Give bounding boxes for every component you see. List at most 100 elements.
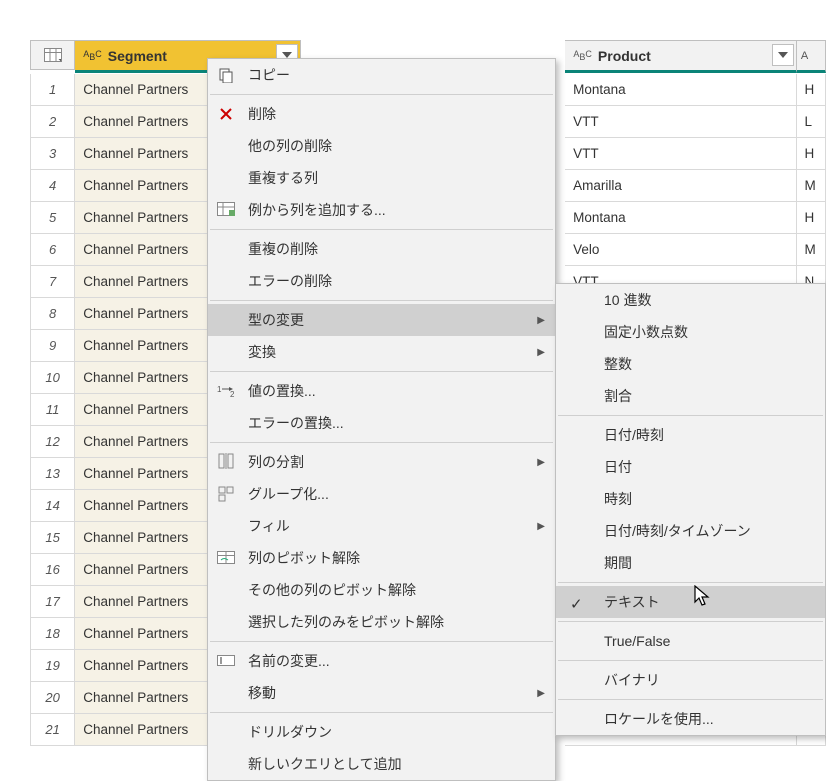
group-icon xyxy=(216,484,236,504)
row-number-cell[interactable]: 2 xyxy=(30,106,75,138)
row-number-cell[interactable]: 13 xyxy=(30,458,75,490)
submenu-item[interactable]: 日付/時刻/タイムゾーン xyxy=(556,515,825,547)
row-number-cell[interactable]: 6 xyxy=(30,234,75,266)
row-number-cell[interactable]: 18 xyxy=(30,618,75,650)
cell-product[interactable]: Amarilla xyxy=(565,170,796,202)
column-header-label: Segment xyxy=(108,48,167,64)
menu-item[interactable]: 選択した列のみをピボット解除 xyxy=(208,606,555,638)
menu-item-label: 型の変更 xyxy=(248,310,304,330)
cell-right[interactable]: H xyxy=(797,74,826,106)
menu-item-label: 例から列を追加する... xyxy=(248,200,386,220)
column-filter-dropdown[interactable] xyxy=(772,44,794,66)
menu-separator xyxy=(210,300,553,301)
submenu-arrow-icon: ▶ xyxy=(537,347,545,358)
submenu-item[interactable]: 日付 xyxy=(556,451,825,483)
menu-item[interactable]: エラーの削除 xyxy=(208,265,555,297)
row-number-cell[interactable]: 10 xyxy=(30,362,75,394)
row-number-cell[interactable]: 14 xyxy=(30,490,75,522)
submenu-item[interactable]: 割合 xyxy=(556,380,825,412)
menu-item[interactable]: グループ化... xyxy=(208,478,555,510)
menu-item[interactable]: 新しいクエリとして追加 xyxy=(208,748,555,780)
submenu-item-label: 日付/時刻 xyxy=(604,425,664,445)
submenu-item[interactable]: 整数 xyxy=(556,348,825,380)
submenu-item[interactable]: 10 進数 xyxy=(556,284,825,316)
cell-right[interactable]: L xyxy=(797,106,826,138)
menu-item[interactable]: その他の列のピボット解除 xyxy=(208,574,555,606)
row-number-cell[interactable]: 5 xyxy=(30,202,75,234)
row-number-cell[interactable]: 9 xyxy=(30,330,75,362)
submenu-item[interactable]: True/False xyxy=(556,625,825,657)
cell-right[interactable]: M xyxy=(797,234,826,266)
row-number-cell[interactable]: 4 xyxy=(30,170,75,202)
row-number-cell[interactable]: 16 xyxy=(30,554,75,586)
submenu-item[interactable]: バイナリ xyxy=(556,664,825,696)
submenu-item[interactable]: 時刻 xyxy=(556,483,825,515)
submenu-item[interactable]: 固定小数点数 xyxy=(556,316,825,348)
menu-item[interactable]: 重複の削除 xyxy=(208,233,555,265)
column-header-product[interactable]: ABC Product xyxy=(565,40,796,73)
menu-item-label: 他の列の削除 xyxy=(248,136,332,156)
menu-item[interactable]: 他の列の削除 xyxy=(208,130,555,162)
menu-item[interactable]: 12値の置換... xyxy=(208,375,555,407)
menu-item-label: グループ化... xyxy=(248,484,329,504)
menu-separator xyxy=(210,712,553,713)
menu-item[interactable]: 型の変更▶ xyxy=(208,304,555,336)
row-number-cell[interactable]: 7 xyxy=(30,266,75,298)
blank-icon xyxy=(216,683,236,703)
blank-icon xyxy=(216,239,236,259)
menu-separator xyxy=(558,582,823,583)
submenu-item[interactable]: 期間 xyxy=(556,547,825,579)
submenu-item-label: True/False xyxy=(604,633,670,649)
row-number-cell[interactable]: 11 xyxy=(30,394,75,426)
menu-item-label: その他の列のピボット解除 xyxy=(248,580,416,600)
menu-item[interactable]: 例から列を追加する... xyxy=(208,194,555,226)
cell-product[interactable]: Montana xyxy=(565,202,796,234)
menu-item[interactable]: フィル▶ xyxy=(208,510,555,542)
menu-item[interactable]: 変換 ▶ xyxy=(208,336,555,368)
column-header-right[interactable]: A xyxy=(797,40,826,73)
menu-item[interactable]: 列のピボット解除 xyxy=(208,542,555,574)
menu-item-label: コピー xyxy=(248,65,290,85)
cell-product[interactable]: VTT xyxy=(565,138,796,170)
submenu-item[interactable]: 日付/時刻 xyxy=(556,419,825,451)
menu-item[interactable]: エラーの置換... xyxy=(208,407,555,439)
cell-product[interactable]: VTT xyxy=(565,106,796,138)
row-number-cell[interactable]: 12 xyxy=(30,426,75,458)
type-prefix-icon: ABC xyxy=(573,48,592,62)
rename-icon xyxy=(216,651,236,671)
menu-separator xyxy=(558,660,823,661)
cell-right[interactable]: M xyxy=(797,170,826,202)
submenu-item-label: テキスト xyxy=(604,592,660,612)
menu-item[interactable]: 名前の変更... xyxy=(208,645,555,677)
row-number-cell[interactable]: 8 xyxy=(30,298,75,330)
submenu-item-label: 日付 xyxy=(604,457,632,477)
cell-right[interactable]: H xyxy=(797,202,826,234)
blank-icon xyxy=(216,310,236,330)
menu-item-label: 変換 xyxy=(248,342,276,362)
menu-item-label: 選択した列のみをピボット解除 xyxy=(248,612,444,632)
menu-item[interactable]: 重複する列 xyxy=(208,162,555,194)
row-number-cell[interactable]: 20 xyxy=(30,682,75,714)
submenu-item[interactable]: ロケールを使用... xyxy=(556,703,825,735)
submenu-item-label: 10 進数 xyxy=(604,290,651,310)
row-number-cell[interactable]: 17 xyxy=(30,586,75,618)
menu-item[interactable]: 削除 xyxy=(208,98,555,130)
submenu-item-label: 時刻 xyxy=(604,489,632,509)
row-number-cell[interactable]: 15 xyxy=(30,522,75,554)
menu-item[interactable]: 列の分割▶ xyxy=(208,446,555,478)
menu-separator xyxy=(210,94,553,95)
menu-item[interactable]: コピー xyxy=(208,59,555,91)
submenu-item[interactable]: ✓テキスト xyxy=(556,586,825,618)
cell-product[interactable]: Velo xyxy=(565,234,796,266)
row-number-cell[interactable]: 1 xyxy=(30,74,75,106)
menu-item[interactable]: ドリルダウン xyxy=(208,716,555,748)
select-all-corner[interactable] xyxy=(30,40,75,70)
row-number-cell[interactable]: 19 xyxy=(30,650,75,682)
menu-item-label: フィル xyxy=(248,516,290,536)
row-number-cell[interactable]: 21 xyxy=(30,714,75,746)
blank-icon xyxy=(216,516,236,536)
row-number-cell[interactable]: 3 xyxy=(30,138,75,170)
menu-item[interactable]: 移動▶ xyxy=(208,677,555,709)
cell-right[interactable]: H xyxy=(797,138,826,170)
cell-product[interactable]: Montana xyxy=(565,74,796,106)
